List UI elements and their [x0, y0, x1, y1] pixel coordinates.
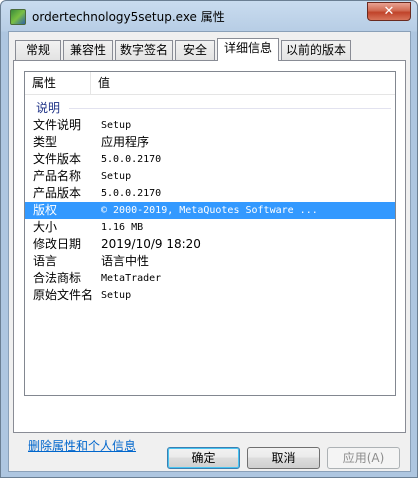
property-value: Setup	[101, 171, 132, 182]
property-name: 类型	[33, 135, 58, 149]
table-row[interactable]: 语言 语言中性	[25, 253, 395, 270]
properties-window: ordertechnology5setup.exe 属性 ✕ 常规 兼容性 数字…	[0, 0, 418, 478]
property-value: 5.0.0.2170	[101, 188, 162, 199]
table-row[interactable]: 合法商标 MetaTrader	[25, 270, 395, 287]
details-listview[interactable]: 属性 值 说明 文件说明 Setup 类型 应用程序 文件版本 5.0.0.21…	[24, 71, 396, 396]
property-name: 原始文件名	[33, 288, 94, 302]
property-value: Setup	[101, 120, 132, 131]
tab-compatibility[interactable]: 兼容性	[63, 40, 113, 60]
ok-button[interactable]: 确定	[167, 447, 240, 469]
dialog-client: 常规 兼容性 数字签名 安全 详细信息 以前的版本 属性 值 说明 文件说明 S…	[8, 31, 411, 472]
property-name: 修改日期	[33, 237, 82, 251]
table-row[interactable]: 原始文件名 Setup	[25, 287, 395, 304]
tab-details[interactable]: 详细信息	[217, 38, 279, 61]
tab-digital-signatures[interactable]: 数字签名	[115, 40, 173, 60]
property-name: 合法商标	[33, 271, 82, 285]
property-rows: 文件说明 Setup 类型 应用程序 文件版本 5.0.0.2170 产品名称 …	[25, 117, 395, 304]
table-row[interactable]: 文件说明 Setup	[25, 117, 395, 134]
property-name: 文件说明	[33, 118, 82, 132]
table-row[interactable]: 修改日期 2019/10/9 18:20	[25, 236, 395, 253]
tab-strip: 常规 兼容性 数字签名 安全 详细信息 以前的版本	[9, 38, 410, 61]
listview-header: 属性 值	[25, 72, 395, 95]
property-value: 应用程序	[101, 135, 150, 149]
cancel-button[interactable]: 取消	[247, 447, 320, 469]
property-value: 1.16 MB	[101, 222, 144, 233]
window-title: ordertechnology5setup.exe 属性	[32, 10, 225, 24]
close-button[interactable]: ✕	[367, 2, 411, 21]
table-row[interactable]: 类型 应用程序	[25, 134, 395, 151]
property-name: 产品名称	[33, 169, 82, 183]
table-row[interactable]: 文件版本 5.0.0.2170	[25, 151, 395, 168]
property-value: 5.0.0.2170	[101, 154, 162, 165]
property-value: MetaTrader	[101, 273, 162, 284]
property-name: 产品版本	[33, 186, 82, 200]
group-header-description: 说明	[36, 101, 61, 115]
installer-icon	[10, 9, 26, 25]
property-name: 文件版本	[33, 152, 82, 166]
property-name: 版权	[33, 203, 58, 217]
property-value: 语言中性	[101, 254, 150, 268]
table-row-selected[interactable]: 版权 © 2000-2019, MetaQuotes Software ...	[25, 202, 395, 219]
apply-button[interactable]: 应用(A)	[327, 447, 400, 469]
tab-previous-versions[interactable]: 以前的版本	[281, 40, 351, 60]
details-panel: 属性 值 说明 文件说明 Setup 类型 应用程序 文件版本 5.0.0.21…	[13, 60, 406, 433]
close-icon: ✕	[383, 4, 395, 19]
tab-general[interactable]: 常规	[15, 40, 61, 60]
remove-properties-link[interactable]: 删除属性和个人信息	[28, 437, 136, 454]
table-row[interactable]: 产品版本 5.0.0.2170	[25, 185, 395, 202]
property-value: © 2000-2019, MetaQuotes Software ...	[101, 205, 318, 216]
table-row[interactable]: 产品名称 Setup	[25, 168, 395, 185]
column-header-value[interactable]: 值	[91, 72, 395, 95]
property-value: Setup	[101, 290, 132, 301]
title-bar[interactable]: ordertechnology5setup.exe 属性 ✕	[1, 1, 417, 31]
column-header-property[interactable]: 属性	[25, 72, 91, 95]
group-divider	[69, 108, 391, 109]
tab-security[interactable]: 安全	[175, 40, 215, 60]
property-value: 2019/10/9 18:20	[101, 237, 201, 251]
property-name: 语言	[33, 254, 58, 268]
table-row[interactable]: 大小 1.16 MB	[25, 219, 395, 236]
property-name: 大小	[33, 220, 58, 234]
